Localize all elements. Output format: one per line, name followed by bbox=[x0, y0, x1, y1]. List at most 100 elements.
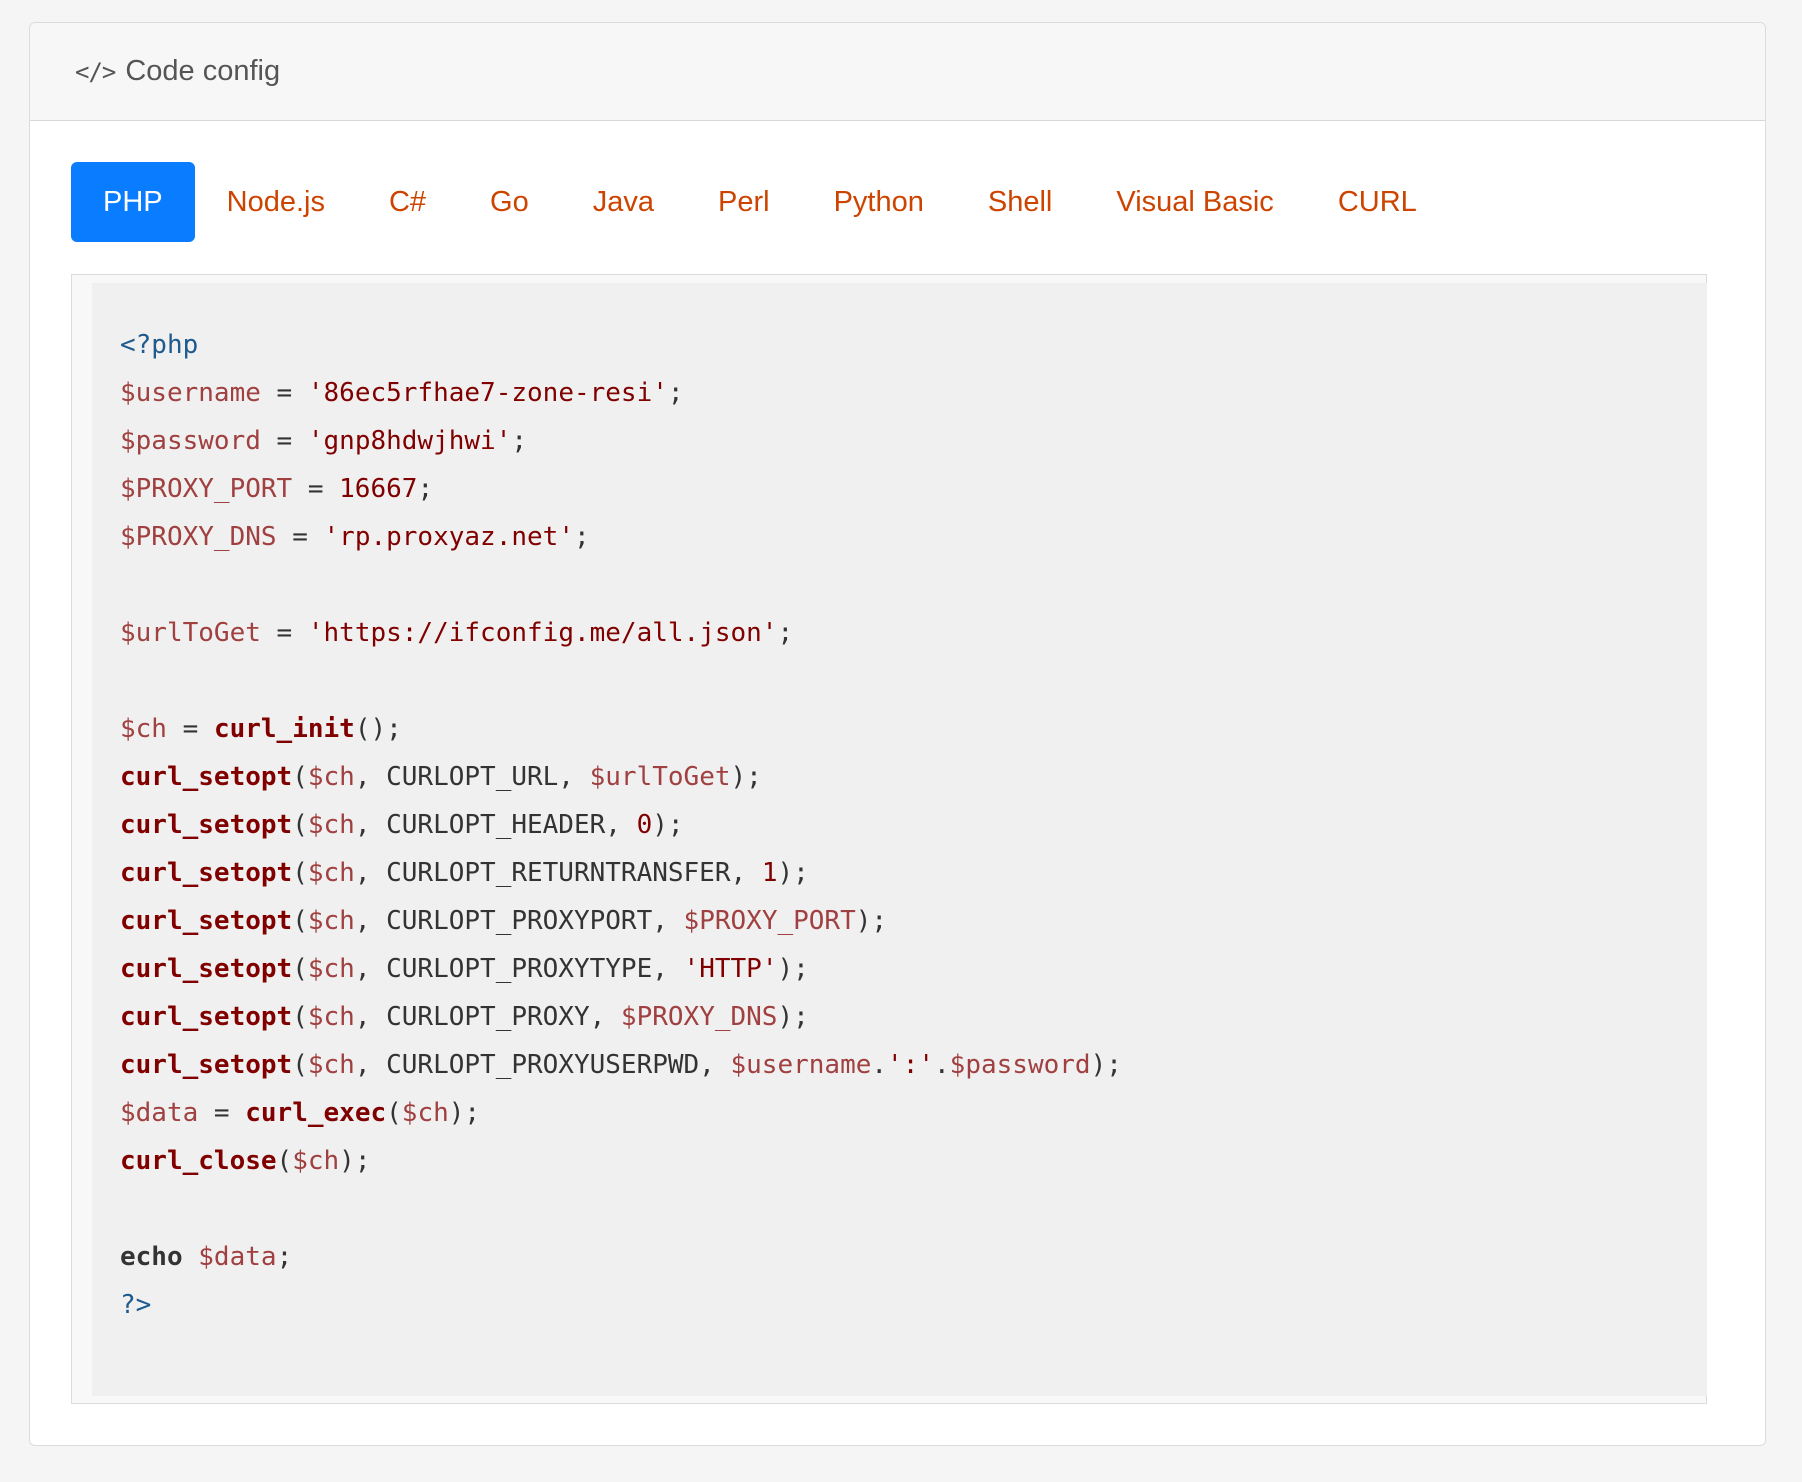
code-token-pl: ( bbox=[276, 1146, 293, 1176]
code-token-tag: ?> bbox=[120, 1290, 152, 1320]
code-token-pl: ); bbox=[855, 906, 888, 936]
tab-visual-basic[interactable]: Visual Basic bbox=[1084, 162, 1305, 242]
code-token-var: $username bbox=[730, 1050, 872, 1080]
code-token-var: $ch bbox=[307, 1002, 355, 1032]
code-line: echo $data; bbox=[120, 1233, 1707, 1281]
tab-php[interactable]: PHP bbox=[71, 162, 195, 242]
code-token-pl: , CURLOPT_PROXY, bbox=[354, 1002, 621, 1032]
code-token-pl: ); bbox=[339, 1146, 371, 1176]
code-token-pl: ( bbox=[386, 1098, 402, 1128]
code-token-var: $PROXY_DNS bbox=[120, 522, 277, 552]
code-line: $PROXY_DNS = 'rp.proxyaz.net'; bbox=[120, 513, 1707, 561]
code-token-pl: = bbox=[260, 618, 308, 648]
card-header: </> Code config bbox=[30, 23, 1765, 121]
code-line: $PROXY_PORT = 16667; bbox=[120, 465, 1707, 513]
code-token-pl: , CURLOPT_HEADER, bbox=[354, 810, 637, 840]
code-icon: </> bbox=[75, 57, 116, 86]
code-token-fn: curl_setopt bbox=[120, 810, 293, 840]
code-token-tag: <?php bbox=[120, 330, 199, 360]
code-token-var: $data bbox=[198, 1242, 277, 1272]
code-token-var: $ch bbox=[307, 1050, 355, 1080]
code-token-pl: = bbox=[276, 522, 324, 552]
code-token-fn: curl_setopt bbox=[120, 1002, 293, 1032]
code-token-pl: ( bbox=[292, 810, 308, 840]
code-token-pl: , CURLOPT_URL, bbox=[354, 762, 590, 792]
code-token-num: 1 bbox=[761, 858, 778, 888]
code-token-pl: = bbox=[260, 426, 308, 456]
code-token-fn: curl_init bbox=[213, 714, 355, 744]
code-token-fn: curl_setopt bbox=[120, 1050, 293, 1080]
code-token-str: 'gnp8hdwjhwi' bbox=[307, 426, 512, 456]
code-token-str: 'https://ifconfig.me/all.json' bbox=[307, 618, 778, 648]
code-area[interactable]: <?php $username = '86ec5rfhae7-zone-resi'… bbox=[92, 283, 1707, 1396]
code-token-var: $ch bbox=[307, 810, 355, 840]
code-line: $username = '86ec5rfhae7-zone-resi'; bbox=[120, 369, 1707, 417]
tab-go[interactable]: Go bbox=[458, 162, 561, 242]
code-token-fn: curl_setopt bbox=[120, 954, 293, 984]
tab-c[interactable]: C# bbox=[357, 162, 458, 242]
code-token-var: $password bbox=[120, 426, 261, 456]
code-token-fn: curl_setopt bbox=[120, 858, 293, 888]
code-line: curl_close($ch); bbox=[120, 1137, 1707, 1185]
code-token-var: $ch bbox=[307, 954, 355, 984]
code-token-var: $password bbox=[949, 1050, 1091, 1080]
code-token-var: $ch bbox=[401, 1098, 449, 1128]
tab-curl[interactable]: CURL bbox=[1306, 162, 1449, 242]
code-token-pl: ( bbox=[292, 906, 308, 936]
code-token-pl: ; bbox=[667, 378, 684, 408]
code-token-pl: ; bbox=[276, 1242, 293, 1272]
code-token-var: $data bbox=[120, 1098, 199, 1128]
tab-python[interactable]: Python bbox=[802, 162, 956, 242]
code-token-pl: ; bbox=[777, 618, 794, 648]
code-token-pl: . bbox=[871, 1050, 888, 1080]
code-line: curl_setopt($ch, CURLOPT_URL, $urlToGet)… bbox=[120, 753, 1707, 801]
code-token-pl: ; bbox=[511, 426, 528, 456]
code-token-pl: = bbox=[166, 714, 214, 744]
code-token-var: $PROXY_PORT bbox=[683, 906, 856, 936]
tab-perl[interactable]: Perl bbox=[686, 162, 802, 242]
code-token-pl: ); bbox=[777, 1002, 809, 1032]
code-token-pl: ; bbox=[573, 522, 590, 552]
code-token-pl: ); bbox=[1090, 1050, 1122, 1080]
code-token-pl: , CURLOPT_PROXYPORT, bbox=[354, 906, 684, 936]
code-token-str: 'rp.proxyaz.net' bbox=[323, 522, 574, 552]
code-token-pl: = bbox=[292, 474, 340, 504]
code-token-pl: ); bbox=[448, 1098, 481, 1128]
code-token-pl: , CURLOPT_PROXYUSERPWD, bbox=[354, 1050, 731, 1080]
tab-shell[interactable]: Shell bbox=[956, 162, 1085, 242]
code-listing: <?php $username = '86ec5rfhae7-zone-resi'… bbox=[120, 321, 1707, 1329]
code-token-fn: curl_setopt bbox=[120, 762, 293, 792]
code-token-pl: ); bbox=[777, 858, 809, 888]
code-token-var: $urlToGet bbox=[120, 618, 261, 648]
code-line: curl_setopt($ch, CURLOPT_RETURNTRANSFER,… bbox=[120, 849, 1707, 897]
tab-java[interactable]: Java bbox=[561, 162, 686, 242]
code-line: $urlToGet = 'https://ifconfig.me/all.jso… bbox=[120, 609, 1707, 657]
code-token-fn: curl_exec bbox=[245, 1098, 387, 1128]
code-line: curl_setopt($ch, CURLOPT_PROXYUSERPWD, $… bbox=[120, 1041, 1707, 1089]
code-token-str: '86ec5rfhae7-zone-resi' bbox=[307, 378, 668, 408]
code-token-pl: ( bbox=[292, 1050, 308, 1080]
code-token-var: $ch bbox=[307, 906, 355, 936]
code-token-var: $PROXY_DNS bbox=[620, 1002, 778, 1032]
code-config-card: </> Code config PHP Node.js C# Go Java Perl Py… bbox=[29, 22, 1766, 1446]
code-token-pl: = bbox=[198, 1098, 246, 1128]
code-token-pl: ( bbox=[292, 858, 308, 888]
code-token-str: ':' bbox=[887, 1050, 935, 1080]
code-token-str: 'HTTP' bbox=[683, 954, 778, 984]
code-token-kw: echo bbox=[120, 1242, 183, 1272]
code-line: curl_setopt($ch, CURLOPT_PROXY, $PROXY_D… bbox=[120, 993, 1707, 1041]
code-line: curl_setopt($ch, CURLOPT_PROXYTYPE, 'HTT… bbox=[120, 945, 1707, 993]
code-token-pl: , CURLOPT_RETURNTRANSFER, bbox=[354, 858, 762, 888]
code-token-num: 0 bbox=[636, 810, 653, 840]
code-token-pl: ; bbox=[417, 474, 434, 504]
code-token-fn: curl_setopt bbox=[120, 906, 293, 936]
tab-node-js[interactable]: Node.js bbox=[195, 162, 357, 242]
code-block: <?php $username = '86ec5rfhae7-zone-resi'… bbox=[71, 274, 1707, 1404]
code-token-var: $username bbox=[120, 378, 261, 408]
code-token-var: $PROXY_PORT bbox=[120, 474, 293, 504]
code-line: $password = 'gnp8hdwjhwi'; bbox=[120, 417, 1707, 465]
code-token-var: $ch bbox=[292, 1146, 340, 1176]
